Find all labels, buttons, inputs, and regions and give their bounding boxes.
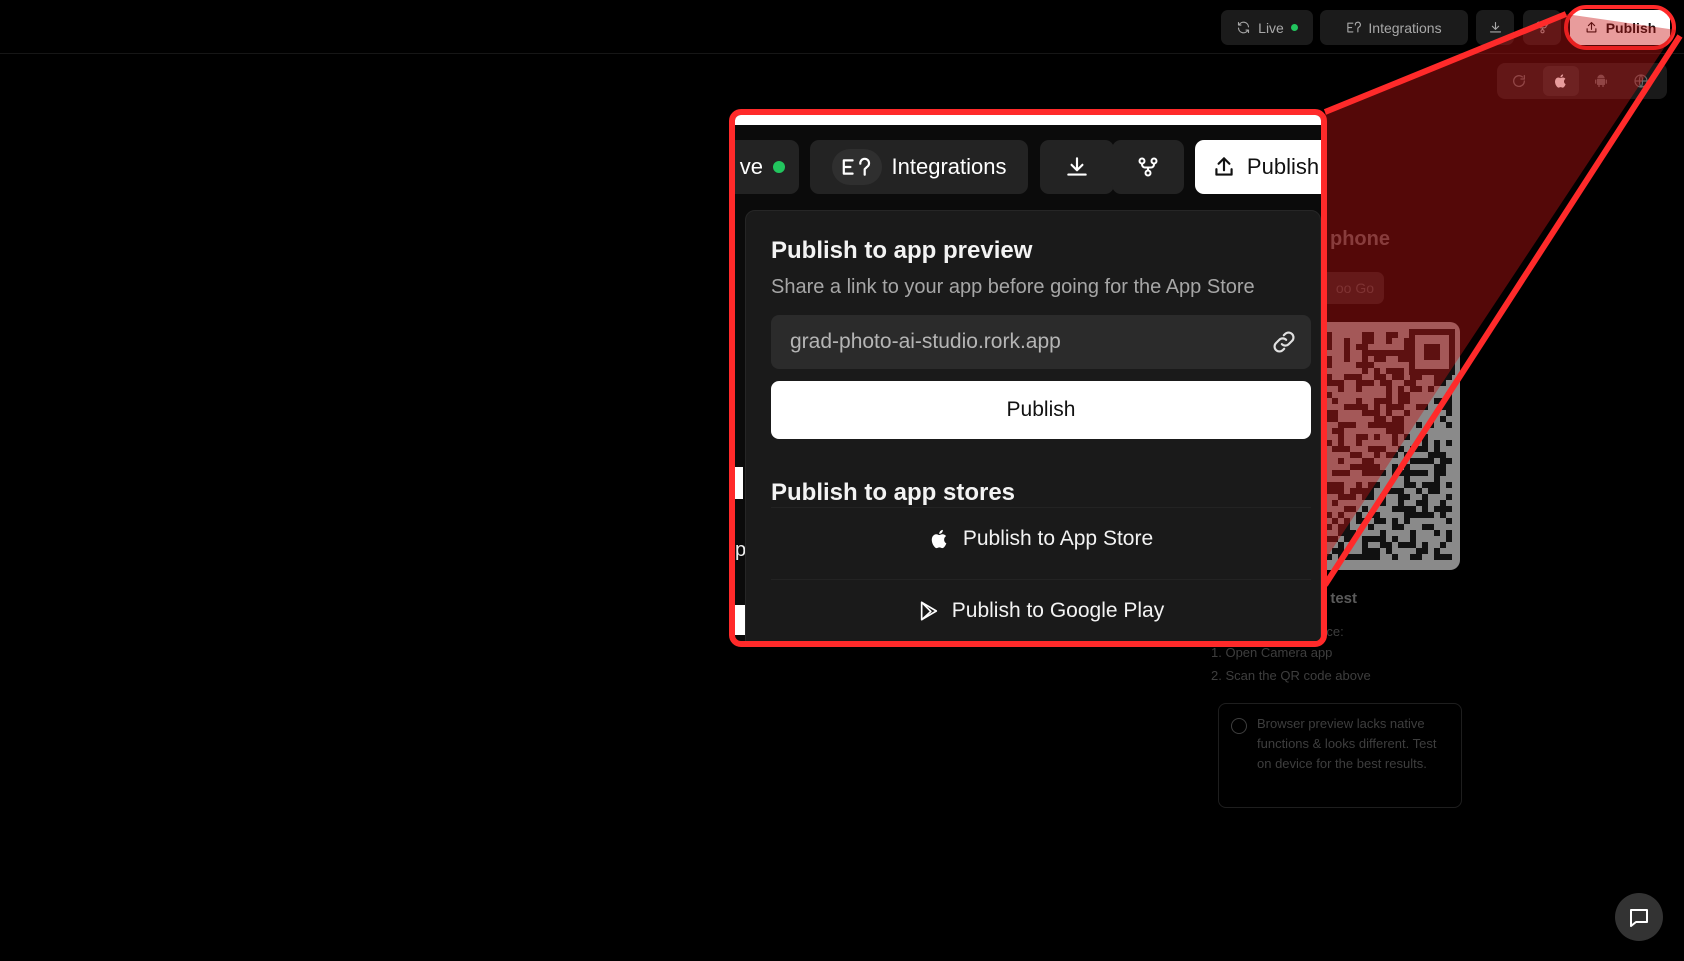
fork-icon	[1138, 157, 1158, 177]
background-expo-button: oo Go	[1318, 272, 1384, 304]
stores-heading: Publish to app stores	[771, 479, 1016, 506]
fork-icon	[1536, 21, 1548, 34]
zoom-download-button[interactable]	[1040, 140, 1114, 194]
zoom-live-button[interactable]: ve	[735, 140, 799, 194]
publish-app-store-button[interactable]: Publish to App Store	[771, 507, 1311, 569]
background-title-fragment: phone	[1330, 228, 1390, 250]
zoom-integrations-label: Integrations	[891, 154, 1007, 179]
apple-icon	[931, 529, 947, 548]
background-note-text: Browser preview lacks native functions &…	[1257, 716, 1437, 771]
zoom-integrations-button[interactable]: Integrations	[810, 140, 1028, 194]
globe-icon	[1634, 74, 1648, 88]
upload-icon	[1215, 157, 1233, 176]
cropped-edge-block	[735, 605, 745, 635]
download-button[interactable]	[1476, 10, 1514, 45]
background-info-note: Browser preview lacks native functions &…	[1218, 703, 1462, 808]
integrations-button[interactable]: Integrations	[1320, 10, 1468, 45]
publish-preview-button[interactable]: Publish	[771, 381, 1311, 439]
qr-code	[1312, 322, 1460, 570]
fork-button[interactable]	[1523, 10, 1561, 45]
apple-icon	[1555, 74, 1566, 88]
download-icon	[1489, 21, 1501, 33]
reload-icon	[1513, 75, 1526, 87]
web-platform-button[interactable]	[1623, 66, 1659, 96]
download-icon	[1067, 157, 1087, 176]
cropped-edge-content	[735, 467, 743, 499]
device-toolbar	[1497, 63, 1667, 99]
integrations-icon	[831, 149, 882, 185]
zoomed-publish-dropdown: ve Integrations Publish p Publish to app…	[729, 109, 1327, 647]
preview-url-field[interactable]: grad-photo-ai-studio.rork.app	[771, 315, 1311, 369]
zoom-live-label: ve	[739, 154, 763, 179]
refresh-icon	[1238, 21, 1250, 34]
live-button[interactable]: Live	[1221, 10, 1313, 45]
link-icon[interactable]	[1271, 329, 1297, 355]
android-platform-button[interactable]	[1583, 66, 1619, 96]
support-chat-button[interactable]	[1615, 893, 1663, 941]
integrations-icon	[1347, 21, 1362, 33]
zoom-publish-button[interactable]: Publish	[1195, 140, 1321, 194]
zoom-publish-label: Publish	[1246, 154, 1320, 179]
publish-highlight-ring	[1564, 5, 1676, 50]
chat-icon	[1630, 909, 1648, 927]
info-icon	[1231, 718, 1247, 734]
qr-code-pattern	[1320, 329, 1455, 560]
integrations-label: Integrations	[1368, 19, 1442, 36]
google-play-icon	[920, 600, 937, 621]
publish-dropdown: Publish to app preview Share a link to y…	[745, 210, 1321, 641]
ios-platform-button[interactable]	[1543, 66, 1579, 96]
android-icon	[1595, 74, 1607, 87]
preview-heading: Publish to app preview	[771, 237, 1033, 264]
zoom-fork-button[interactable]	[1112, 140, 1184, 194]
background-step-2: 2. Scan the QR code above	[1211, 668, 1371, 683]
publish-google-play-button[interactable]: Publish to Google Play	[771, 579, 1311, 641]
live-status-dot	[1290, 24, 1298, 31]
preview-url-value: grad-photo-ai-studio.rork.app	[790, 330, 1061, 353]
background-step-1: 1. Open Camera app	[1211, 645, 1333, 660]
app-store-label: Publish to App Store	[962, 526, 1154, 550]
preview-subtitle: Share a link to your app before going fo…	[771, 276, 1255, 298]
top-toolbar: Live Integrations Publish	[0, 0, 1684, 54]
google-play-label: Publish to Google Play	[951, 598, 1165, 622]
reload-preview-button[interactable]	[1501, 66, 1537, 96]
live-label: Live	[1258, 19, 1284, 36]
zoom-live-status-dot	[773, 161, 785, 173]
